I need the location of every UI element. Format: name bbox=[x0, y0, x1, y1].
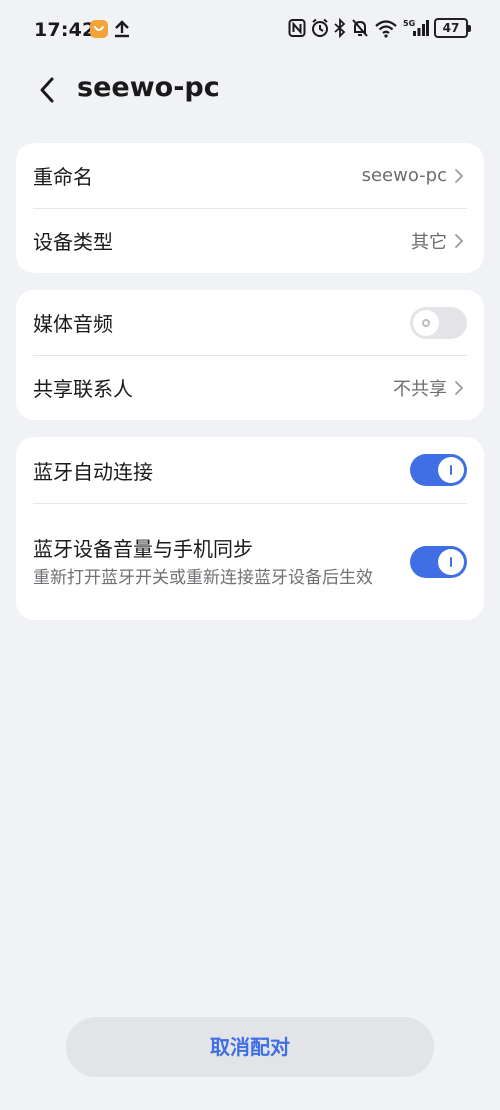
volume-sync-row: 蓝牙设备音量与手机同步 重新打开蓝牙开关或重新连接蓝牙设备后生效 bbox=[16, 503, 484, 620]
status-time: 17:42 bbox=[34, 19, 96, 41]
volume-sync-description: 重新打开蓝牙开关或重新连接蓝牙设备后生效 bbox=[33, 567, 373, 588]
alarm-icon bbox=[311, 18, 329, 38]
app-notification-icon bbox=[90, 20, 108, 38]
upload-icon bbox=[113, 19, 131, 43]
page-title: seewo-pc bbox=[77, 72, 220, 103]
battery-icon: 47 bbox=[434, 18, 471, 38]
cellular-signal-icon: 5G bbox=[403, 18, 429, 38]
auto-connect-row: 蓝牙自动连接 bbox=[16, 437, 484, 503]
device-type-label: 设备类型 bbox=[33, 230, 113, 254]
device-info-card: 重命名 seewo-pc 设备类型 其它 bbox=[16, 143, 484, 273]
media-audio-toggle[interactable] bbox=[410, 306, 467, 339]
connection-card: 蓝牙自动连接 蓝牙设备音量与手机同步 重新打开蓝牙开关或重新连接蓝牙设备后生效 bbox=[16, 437, 484, 620]
share-contacts-label: 共享联系人 bbox=[33, 377, 133, 401]
device-type-value: 其它 bbox=[411, 231, 447, 253]
share-contacts-value: 不共享 bbox=[393, 378, 447, 400]
status-icons: 5G 47 bbox=[288, 18, 471, 38]
media-audio-label: 媒体音频 bbox=[33, 312, 113, 336]
device-type-row[interactable]: 设备类型 其它 bbox=[16, 208, 484, 273]
bluetooth-icon bbox=[334, 18, 346, 38]
status-bar: 17:42 5G 47 bbox=[0, 0, 500, 60]
profiles-card: 媒体音频 共享联系人 不共享 bbox=[16, 290, 484, 420]
device-name-value: seewo-pc bbox=[361, 165, 447, 186]
volume-sync-label: 蓝牙设备音量与手机同步 bbox=[33, 536, 253, 561]
mute-bell-icon bbox=[351, 18, 369, 38]
wifi-icon bbox=[374, 18, 398, 38]
rename-label: 重命名 bbox=[33, 165, 93, 189]
chevron-right-icon bbox=[455, 233, 464, 248]
rename-row[interactable]: 重命名 seewo-pc bbox=[16, 143, 484, 208]
auto-connect-toggle[interactable] bbox=[410, 454, 467, 486]
back-arrow-icon bbox=[40, 77, 54, 103]
share-contacts-row[interactable]: 共享联系人 不共享 bbox=[16, 355, 484, 420]
header: seewo-pc bbox=[0, 64, 500, 116]
back-button[interactable] bbox=[32, 74, 64, 106]
unpair-button[interactable]: 取消配对 bbox=[66, 1017, 434, 1077]
svg-text:5G: 5G bbox=[403, 19, 415, 28]
chevron-right-icon bbox=[455, 380, 464, 395]
media-audio-row: 媒体音频 bbox=[16, 290, 484, 355]
volume-sync-toggle[interactable] bbox=[410, 545, 467, 578]
auto-connect-label: 蓝牙自动连接 bbox=[33, 459, 153, 484]
nfc-icon bbox=[288, 18, 306, 38]
chevron-right-icon bbox=[455, 168, 464, 183]
